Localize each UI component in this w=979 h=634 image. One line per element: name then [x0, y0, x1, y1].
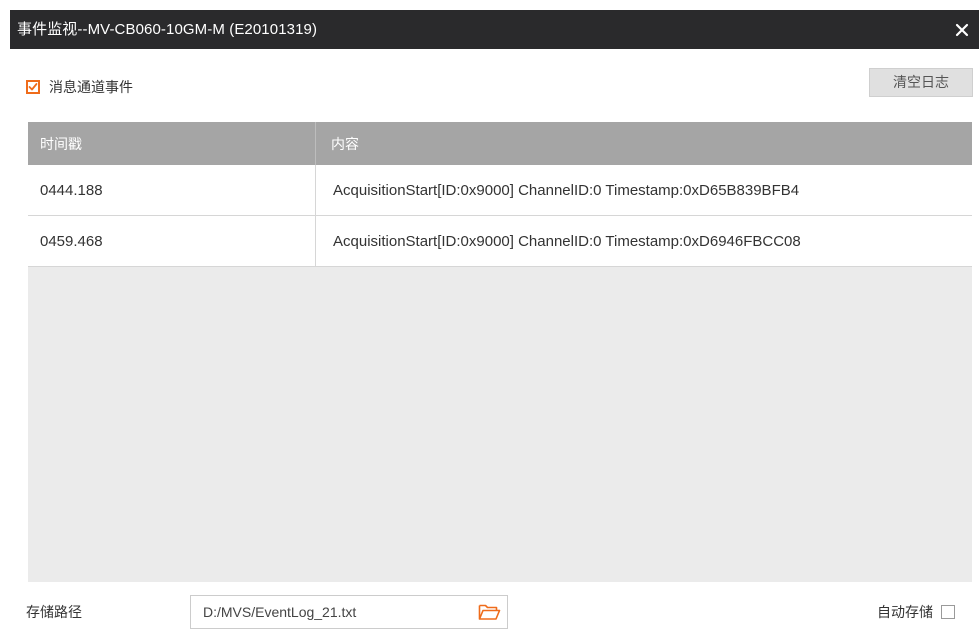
- auto-save-option[interactable]: 自动存储: [877, 602, 955, 622]
- column-header-timestamp[interactable]: 时间戳: [40, 122, 82, 165]
- browse-folder-button[interactable]: [477, 602, 501, 622]
- close-button[interactable]: [951, 19, 973, 41]
- cell-timestamp: 0459.468: [40, 233, 103, 250]
- table-header: 时间戳 内容: [28, 122, 972, 165]
- message-channel-event-label: 消息通道事件: [49, 79, 133, 95]
- event-table: 时间戳 内容 0444.188 AcquisitionStart[ID:0x90…: [28, 122, 972, 582]
- clear-log-button[interactable]: 清空日志: [869, 68, 973, 97]
- cell-timestamp: 0444.188: [40, 182, 103, 199]
- column-header-content[interactable]: 内容: [331, 122, 359, 165]
- auto-save-label: 自动存储: [877, 604, 933, 620]
- message-channel-event-option[interactable]: 消息通道事件: [26, 78, 133, 96]
- window-title: 事件监视--MV-CB060-10GM-M (E20101319): [17, 21, 318, 38]
- storage-path-input[interactable]: [191, 596, 473, 628]
- auto-save-checkbox[interactable]: [941, 605, 955, 619]
- storage-path-field: [190, 595, 508, 629]
- storage-path-label: 存储路径: [26, 604, 82, 620]
- cell-divider: [315, 216, 316, 266]
- event-monitor-window: 事件监视--MV-CB060-10GM-M (E20101319) 消息通道事件…: [10, 10, 979, 634]
- table-row[interactable]: 0444.188 AcquisitionStart[ID:0x9000] Cha…: [28, 165, 972, 216]
- folder-open-icon: [478, 604, 501, 620]
- cell-content: AcquisitionStart[ID:0x9000] ChannelID:0 …: [333, 233, 801, 250]
- message-channel-event-checkbox[interactable]: [26, 80, 40, 94]
- column-divider: [315, 122, 316, 165]
- title-bar: 事件监视--MV-CB060-10GM-M (E20101319): [10, 10, 979, 49]
- cell-content: AcquisitionStart[ID:0x9000] ChannelID:0 …: [333, 182, 800, 199]
- close-icon: [955, 23, 969, 37]
- table-row[interactable]: 0459.468 AcquisitionStart[ID:0x9000] Cha…: [28, 216, 972, 267]
- checkmark-icon: [28, 83, 38, 91]
- cell-divider: [315, 165, 316, 215]
